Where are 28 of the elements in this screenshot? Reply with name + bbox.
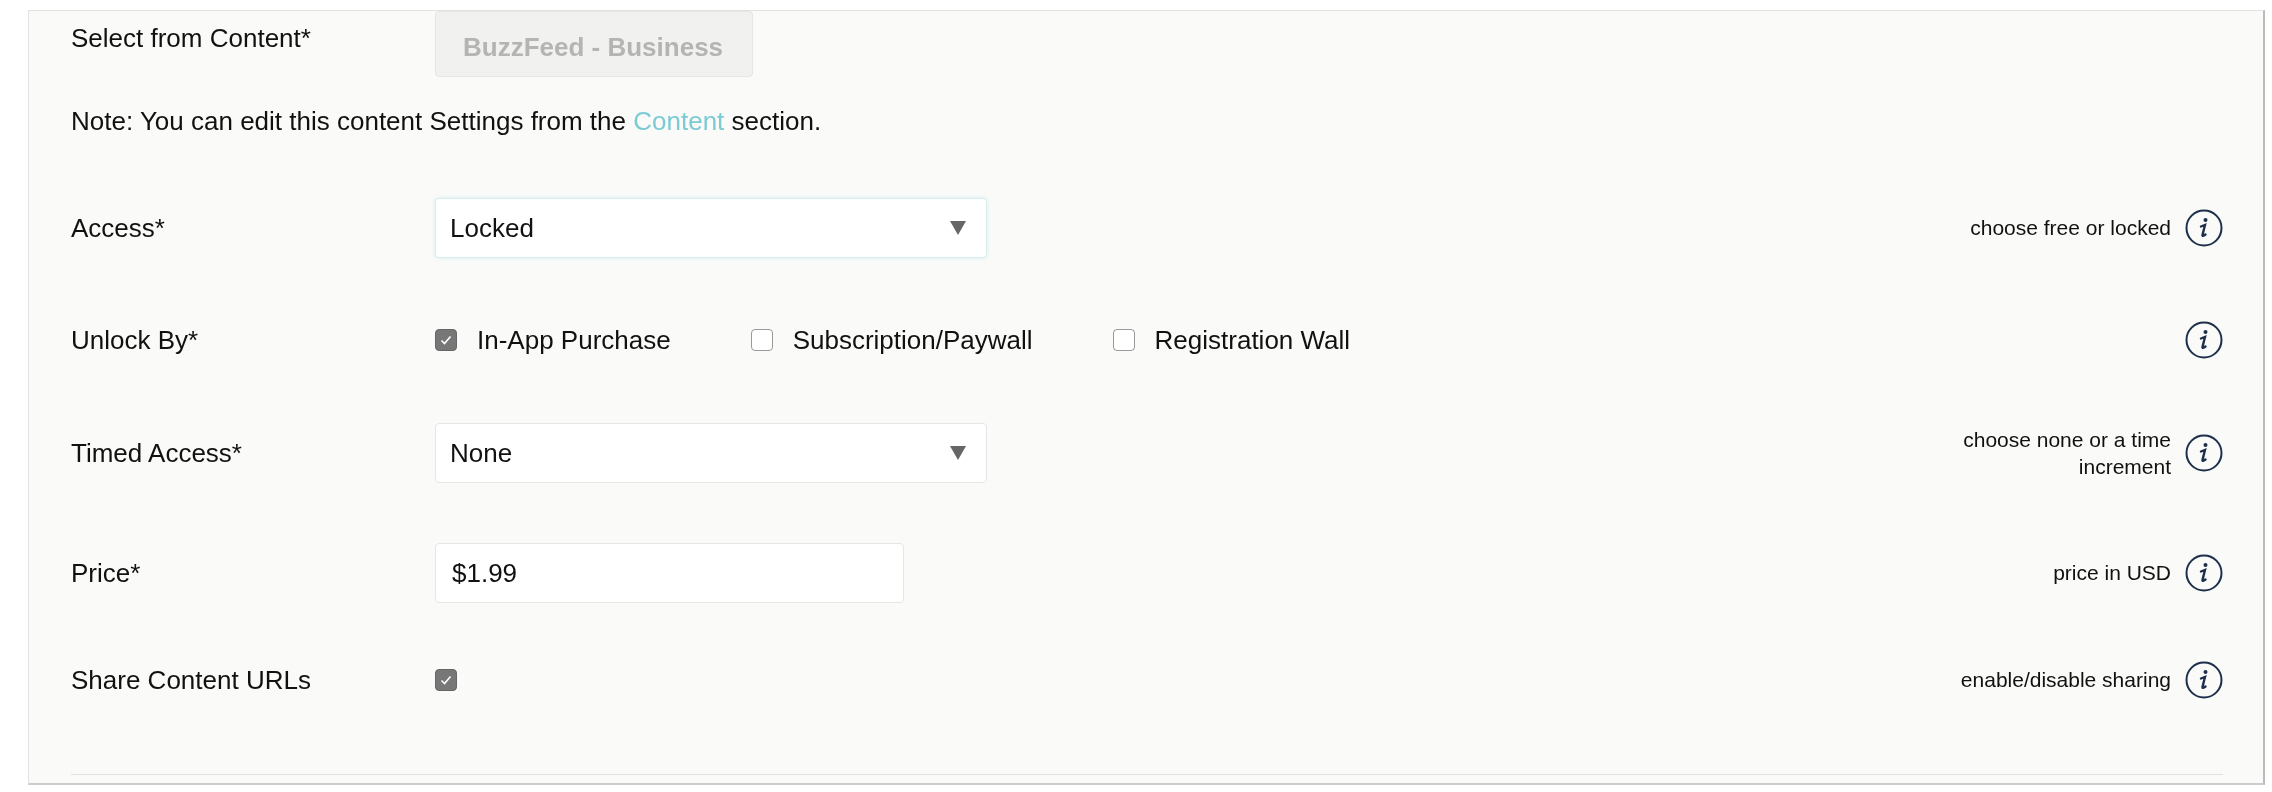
price-field[interactable]: $1.99 (435, 543, 904, 603)
help-text: price in USD (2053, 560, 2171, 587)
help-text: choose none or a time increment (1962, 426, 2171, 480)
field-label: Price* (71, 557, 142, 589)
field-label: Select from Content* (71, 23, 312, 54)
caret-icon (950, 446, 966, 460)
note-text: Note: You can edit this content Settings from the Content section. (71, 106, 823, 137)
help-text: choose free or locked (1970, 215, 2171, 242)
checkbox[interactable] (750, 329, 773, 351)
caret-icon (950, 221, 966, 235)
dropdown[interactable]: None (435, 423, 987, 483)
checkbox[interactable] (1112, 329, 1135, 351)
info-icon[interactable] (2185, 209, 2223, 247)
checkbox-label: Registration Wall (1154, 324, 1351, 356)
info-icon[interactable] (2185, 434, 2223, 472)
checkbox[interactable] (435, 669, 457, 691)
info-icon[interactable] (2185, 661, 2223, 699)
field-label: Access* (71, 212, 166, 244)
info-icon[interactable] (2185, 554, 2223, 592)
checkbox[interactable] (435, 329, 457, 351)
checkbox-label: Subscription/Paywall (792, 324, 1033, 356)
help-text: enable/disable sharing (1960, 667, 2171, 694)
field-label: Unlock By* (71, 324, 200, 356)
field-label: Timed Access* (71, 437, 243, 469)
dropdown[interactable]: Locked (435, 198, 987, 258)
checkbox-label: In-App Purchase (477, 324, 671, 356)
info-icon[interactable] (2185, 321, 2223, 359)
field-label: Share Content URLs (71, 664, 312, 696)
